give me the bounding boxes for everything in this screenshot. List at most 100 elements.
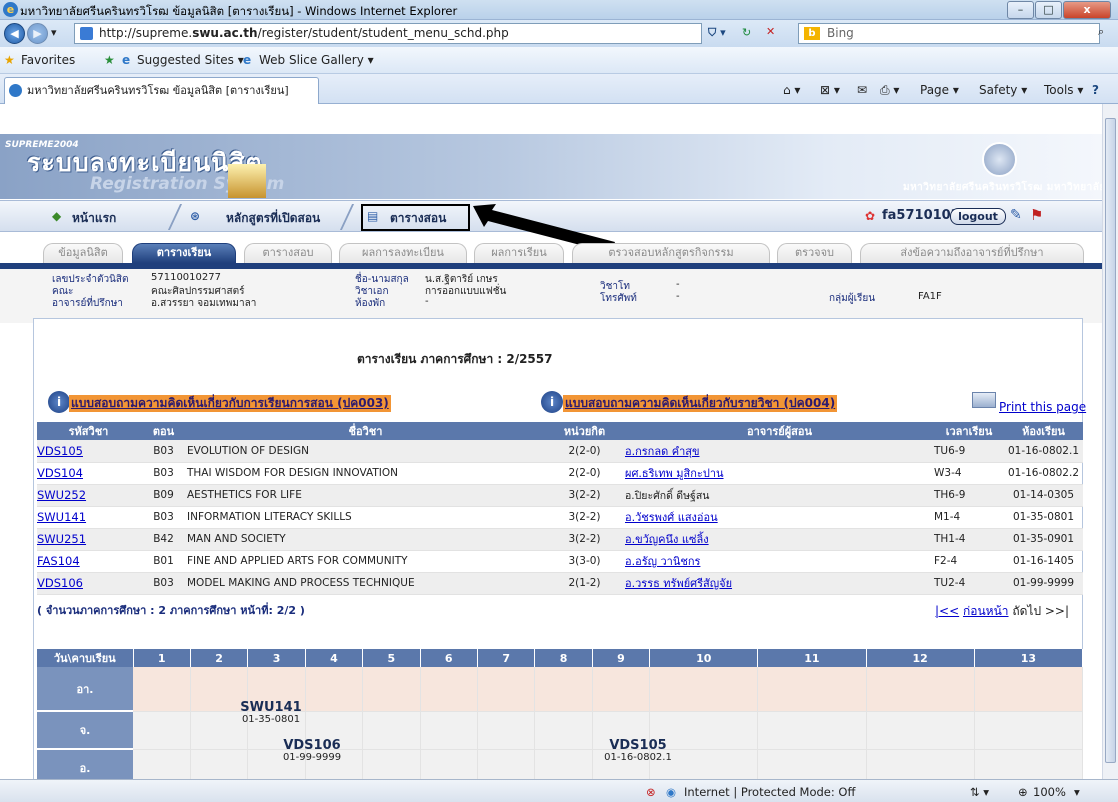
pager-first-link[interactable]: |<<: [935, 604, 959, 618]
maximize-button[interactable]: □: [1035, 1, 1062, 19]
home-icon[interactable]: ⌂ ▾: [783, 83, 800, 97]
close-button[interactable]: x: [1063, 1, 1111, 19]
search-icon[interactable]: ⌕: [1098, 25, 1104, 39]
page-icon: [80, 27, 93, 40]
table-row: SWU251 B42 MAN AND SOCIETY 3(2-2) อ.ขวัญ…: [37, 528, 1083, 551]
add-favorite-icon[interactable]: ★: [104, 53, 115, 67]
favorites-button[interactable]: Favorites: [21, 53, 75, 67]
vertical-scrollbar[interactable]: [1102, 104, 1118, 779]
group-label: กลุ่มผู้เรียน: [829, 293, 876, 304]
scrollbar-thumb[interactable]: [1105, 118, 1116, 763]
logout-button[interactable]: logout: [950, 208, 1006, 225]
course-credits: 3(2-2): [544, 506, 625, 529]
period-header: 11: [757, 649, 867, 667]
window-title: มหาวิทยาลัยศรีนครินทรวิโรฒ ข้อมูลนิสิต […: [20, 4, 458, 18]
course-code-link[interactable]: VDS106: [37, 576, 83, 590]
page-menu[interactable]: Page ▾: [920, 83, 959, 97]
language-flag-icon[interactable]: ⚑: [1030, 206, 1043, 224]
pager-next[interactable]: ถัดไป >>|: [1012, 604, 1069, 618]
url-path: /register/student/student_menu_schd.php: [257, 26, 509, 40]
timetable-slot[interactable]: VDS106 01-99-9999: [279, 739, 345, 764]
instructor-link[interactable]: ผศ.ธริเทพ มูสิกะปาน: [625, 467, 724, 480]
stop-icon[interactable]: ✕: [766, 25, 775, 38]
address-bar: ◀ ▶ ▾ http://supreme.swu.ac.th/register/…: [0, 20, 1118, 47]
tab-message-advisor[interactable]: ส่งข้อความถึงอาจารย์ที่ปรึกษา: [860, 243, 1084, 263]
room-value: -: [425, 296, 429, 307]
timetable-slot[interactable]: SWU141 01-35-0801: [238, 700, 304, 726]
course-credits: 2(2-0): [544, 462, 625, 485]
banner-university: มหาวิทยาลัยศรีนครินทรวิโรฒ มหาวิทยาลัย: [903, 182, 1106, 193]
courses-nav-icon: ⊛: [190, 209, 201, 223]
tab-schedule[interactable]: ตารางเรียน: [132, 243, 236, 263]
internet-zone-icon: ◉: [666, 785, 677, 799]
web-slice-gallery-link[interactable]: Web Slice Gallery ▾: [259, 53, 374, 67]
print-icon[interactable]: ⎙ ▾: [880, 83, 899, 98]
tab-graduation-check[interactable]: ตรวจจบ: [777, 243, 852, 263]
instructor-link[interactable]: อ.วัชรพงศ์ แสงอ่อน: [625, 511, 718, 524]
zoom-dropdown-icon[interactable]: ▾: [1074, 785, 1080, 799]
course-code-link[interactable]: VDS105: [37, 444, 83, 458]
course-code-link[interactable]: FAS104: [37, 554, 80, 568]
instructor-link[interactable]: อ.วรรธ ทรัพย์ศรีสัญจัย: [625, 577, 732, 590]
back-icon[interactable]: ◀: [4, 23, 25, 44]
col-credits: หน่วยกิต: [544, 422, 625, 440]
feeds-icon[interactable]: ⊠ ▾: [820, 83, 840, 97]
eval-course-link[interactable]: แบบสอบถามความคิดเห็นเกี่ยวกับรายวิชา (ปค…: [563, 395, 838, 412]
course-code-link[interactable]: SWU251: [37, 532, 86, 546]
protected-mode-icon[interactable]: ⇅ ▾: [970, 785, 989, 799]
url-input[interactable]: http://supreme.swu.ac.th/register/studen…: [74, 23, 702, 44]
security-zone[interactable]: Internet | Protected Mode: Off: [684, 785, 855, 799]
col-time: เวลาเรียน: [934, 422, 1004, 440]
minimize-button[interactable]: –: [1007, 1, 1034, 19]
course-code-link[interactable]: SWU141: [37, 510, 86, 524]
safety-menu[interactable]: Safety ▾: [979, 83, 1027, 97]
instructor-link[interactable]: อ.กรกลด คำสุข: [625, 445, 699, 458]
tab-grades[interactable]: ผลการเรียน: [474, 243, 564, 263]
pager: |<< ก่อนหน้า ถัดไป >>|: [935, 602, 1069, 621]
day-label: จ.: [37, 711, 133, 750]
course-table: รหัสวิชา ตอน ชื่อวิชา หน่วยกิต อาจารย์ผู…: [37, 422, 1083, 595]
refresh-icon[interactable]: ↻: [742, 26, 751, 39]
printer-icon[interactable]: [972, 392, 996, 408]
tab-exam-schedule[interactable]: ตารางสอบ: [244, 243, 332, 263]
course-code-link[interactable]: VDS104: [37, 466, 83, 480]
period-header: 5: [362, 649, 421, 667]
grid-corner: วัน\คาบเรียน: [37, 649, 134, 667]
mail-icon[interactable]: ✉: [857, 83, 867, 97]
web-slice-icon: e: [243, 53, 252, 67]
blocked-icon: ⊗: [646, 785, 656, 799]
course-section: B03: [140, 440, 187, 463]
course-room: 01-35-0901: [1004, 528, 1083, 551]
site-banner: SUPREME2004 ระบบลงทะเบียนนิสิต Registrat…: [0, 134, 1105, 199]
edit-icon[interactable]: ✎: [1010, 207, 1022, 223]
course-code-link[interactable]: SWU252: [37, 488, 86, 502]
eval-teaching-link[interactable]: แบบสอบถามความคิดเห็นเกี่ยวกับการเรียนการ…: [69, 395, 391, 412]
course-credits: 3(2-2): [544, 528, 625, 551]
help-icon[interactable]: ?: [1092, 83, 1099, 97]
table-row: SWU141 B03 INFORMATION LITERACY SKILLS 3…: [37, 506, 1083, 529]
forward-icon[interactable]: ▶: [27, 23, 48, 44]
instructor-link[interactable]: อ.ขวัญคนึง แซ่ลิ้ง: [625, 533, 709, 546]
instructor-link[interactable]: อ.อรัญ วานิชกร: [625, 555, 700, 568]
col-name: ชื่อวิชา: [187, 422, 544, 440]
tab-curriculum-check[interactable]: ตรวจสอบหลักสูตรกิจกรรม: [572, 243, 770, 263]
timetable-row-monday: จ.: [37, 711, 1084, 750]
table-row: VDS106 B03 MODEL MAKING AND PROCESS TECH…: [37, 572, 1083, 595]
tab-student-info[interactable]: ข้อมูลนิสิต: [43, 243, 123, 263]
major-value: การออกแบบแฟชั่น: [425, 286, 507, 297]
history-dropdown-icon[interactable]: ▾: [51, 26, 57, 39]
compat-view-icon[interactable]: ⛉ ▾: [708, 26, 726, 40]
zoom-level[interactable]: 100%: [1033, 785, 1066, 799]
timetable-slot[interactable]: VDS105 01-16-0802.1: [598, 739, 678, 764]
tab-registration-results[interactable]: ผลการลงทะเบียน: [339, 243, 467, 263]
browser-tab[interactable]: มหาวิทยาลัยศรีนครินทรวิโรฒ ข้อมูลนิสิต […: [4, 77, 319, 104]
nav-courses[interactable]: หลักสูตรที่เปิดสอน: [226, 209, 320, 228]
pager-prev-link[interactable]: ก่อนหน้า: [963, 604, 1009, 618]
print-page-link[interactable]: Print this page: [999, 400, 1086, 414]
slot-course-code: SWU141: [240, 700, 302, 715]
suggested-sites-link[interactable]: Suggested Sites ▾: [137, 53, 244, 67]
tools-menu[interactable]: Tools ▾: [1044, 83, 1083, 97]
nav-home[interactable]: หน้าแรก: [72, 209, 116, 228]
search-input[interactable]: b Bing: [798, 23, 1100, 44]
room-label: ห้องพัก: [355, 298, 386, 309]
